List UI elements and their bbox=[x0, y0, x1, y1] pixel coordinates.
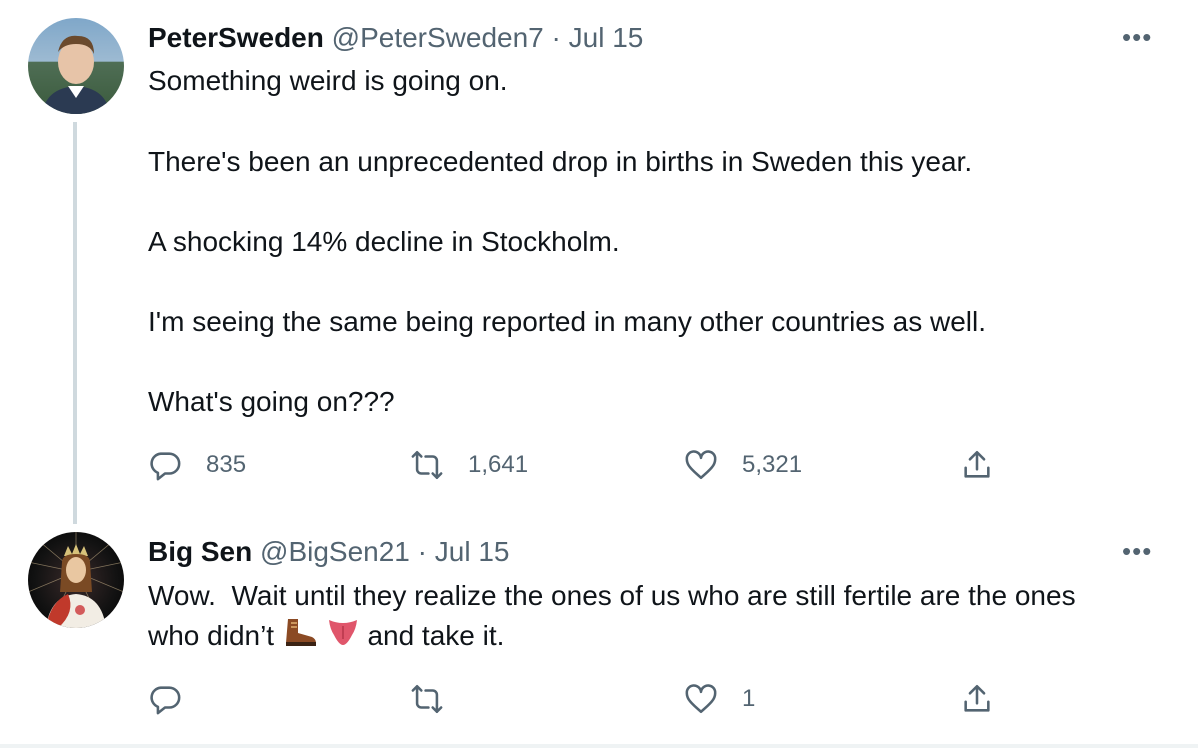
retweet-icon bbox=[411, 450, 443, 480]
tweet-text-line: Wow. Wait until they realize the ones of… bbox=[148, 580, 1076, 611]
reply-icon bbox=[150, 452, 181, 481]
author-handle[interactable]: @BigSen21 bbox=[260, 536, 410, 567]
tweet-header: PeterSweden @PeterSweden7 · Jul 15 bbox=[148, 20, 643, 56]
separator: · bbox=[551, 22, 561, 53]
heart-icon bbox=[685, 684, 717, 714]
tweet-date[interactable]: Jul 15 bbox=[435, 536, 510, 567]
tweet-text-line: What's going on??? bbox=[148, 386, 395, 417]
like-count: 1 bbox=[742, 685, 756, 712]
share-button[interactable] bbox=[960, 448, 994, 482]
retweet-button[interactable]: 1,641 bbox=[410, 448, 528, 482]
boot-emoji bbox=[282, 617, 318, 658]
avatar[interactable] bbox=[28, 18, 124, 114]
tweet-text-segment: who didn’t bbox=[148, 620, 275, 651]
author-handle[interactable]: @PeterSweden7 bbox=[332, 22, 544, 53]
tweet-date[interactable]: Jul 15 bbox=[569, 22, 644, 53]
avatar-portrait bbox=[42, 35, 110, 114]
separator: · bbox=[417, 536, 427, 567]
author-name[interactable]: Big Sen bbox=[148, 536, 252, 567]
thread-line bbox=[73, 122, 77, 524]
share-icon bbox=[964, 684, 990, 712]
reply-button[interactable]: 835 bbox=[148, 448, 246, 482]
author-name[interactable]: PeterSweden bbox=[148, 22, 324, 53]
divider bbox=[0, 744, 1198, 748]
reply-icon bbox=[150, 686, 181, 715]
retweet-button[interactable] bbox=[410, 682, 468, 716]
retweet-icon bbox=[411, 684, 443, 714]
share-button[interactable] bbox=[960, 682, 994, 716]
retweet-count: 1,641 bbox=[468, 451, 529, 478]
tweet-text-line: Something weird is going on. bbox=[148, 65, 508, 96]
reply-count: 835 bbox=[206, 451, 247, 478]
avatar-portrait bbox=[28, 532, 124, 628]
tongue-emoji bbox=[326, 617, 360, 658]
avatar[interactable] bbox=[28, 532, 124, 628]
more-options-icon[interactable]: ••• bbox=[1122, 536, 1152, 567]
tweet-text-line: A shocking 14% decline in Stockholm. bbox=[148, 226, 620, 257]
like-button[interactable]: 1 bbox=[684, 682, 755, 716]
tweet-header: Big Sen @BigSen21 · Jul 15 bbox=[148, 534, 509, 570]
tweet-text-line: There's been an unprecedented drop in bi… bbox=[148, 146, 973, 177]
tweet-actions: 835 1,641 5,321 bbox=[148, 448, 1008, 488]
like-button[interactable]: 5,321 bbox=[684, 448, 802, 482]
reply-button[interactable] bbox=[148, 682, 206, 716]
tweet-actions: 1 bbox=[148, 682, 1008, 722]
more-options-icon[interactable]: ••• bbox=[1122, 22, 1152, 53]
tweet-text-segment: and take it. bbox=[367, 620, 505, 651]
heart-icon bbox=[685, 450, 717, 480]
like-count: 5,321 bbox=[742, 451, 803, 478]
tweet-text-line: who didn’t and take it. bbox=[148, 616, 1168, 658]
tweet-text-line: I'm seeing the same being reported in ma… bbox=[148, 306, 987, 337]
share-icon bbox=[964, 450, 990, 478]
